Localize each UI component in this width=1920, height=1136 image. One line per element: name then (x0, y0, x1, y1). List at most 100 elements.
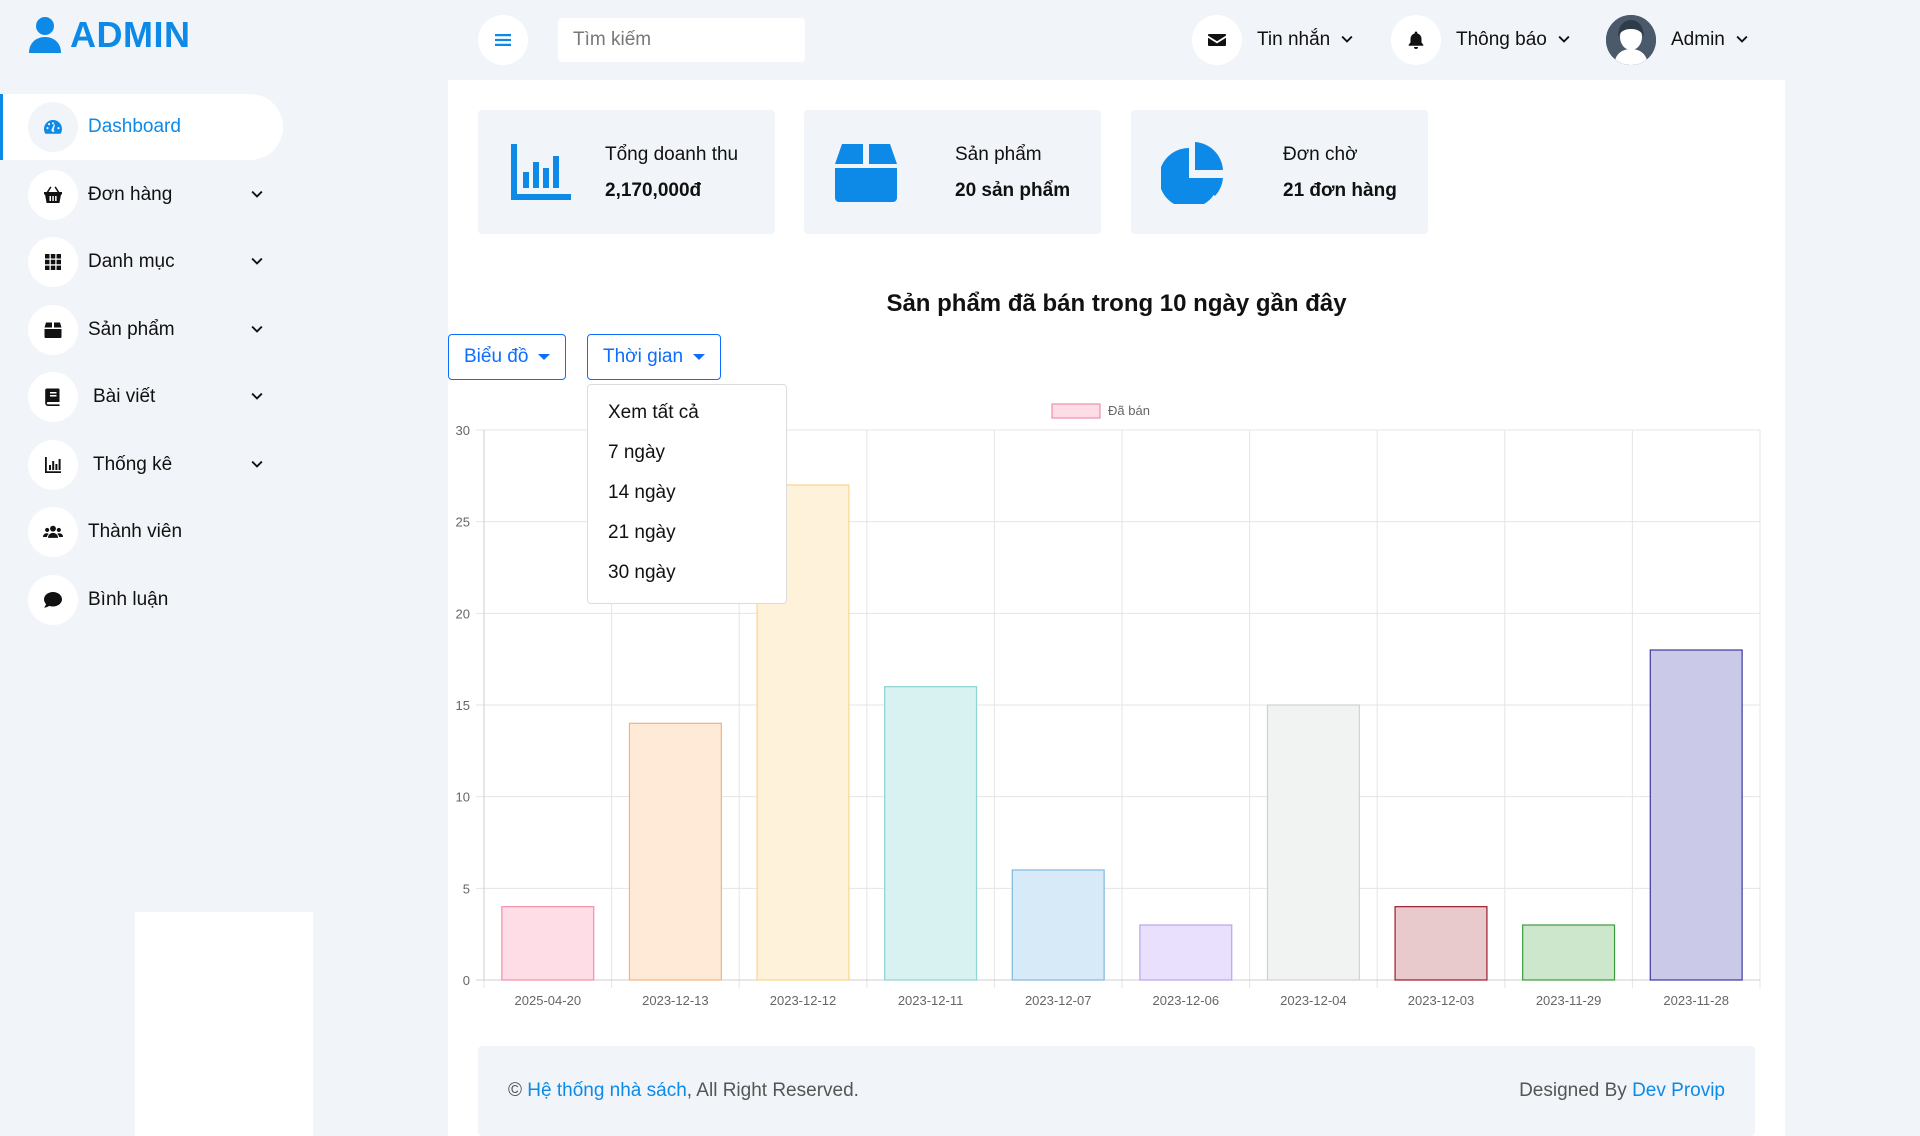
designer-link[interactable]: Dev Provip (1632, 1080, 1725, 1101)
pie-chart-icon (1159, 140, 1225, 208)
time-option-7-days[interactable]: 7 ngày (588, 433, 786, 473)
basket-icon (28, 169, 78, 220)
sidebar-item-label: Thành viên (88, 521, 183, 542)
user-dropdown[interactable]: Admin (1606, 15, 1749, 65)
chevron-down-icon[interactable] (250, 188, 264, 202)
bar-chart-icon (508, 140, 572, 204)
search-input[interactable] (558, 18, 805, 62)
stat-card-revenue: Tổng doanh thu 2,170,000đ (478, 110, 775, 234)
sidebar-item-dashboard[interactable]: Dashboard (0, 94, 283, 160)
bar (1522, 924, 1616, 981)
footer-copyright: © Hệ thống nhà sách, All Right Reserved. (508, 1080, 859, 1102)
y-tick-label: 30 (456, 423, 470, 438)
grid-icon (28, 237, 78, 287)
sidebar-item-label: Danh mục (88, 251, 175, 272)
chart-type-label: Biểu đồ (464, 346, 529, 367)
chart-title: Sản phẩm đã bán trong 10 ngày gần đây (886, 290, 1347, 317)
chevron-down-icon[interactable] (250, 323, 264, 337)
footer-credit: Designed By Dev Provip (1519, 1080, 1725, 1102)
stat-value: 2,170,000đ (605, 180, 702, 201)
time-option-all[interactable]: Xem tất cả (588, 393, 786, 433)
sidebar-item-label: Thống kê (93, 453, 173, 475)
bar (1139, 924, 1233, 981)
sidebar-item-label: Đơn hàng (88, 183, 173, 205)
y-tick-label: 5 (463, 881, 470, 896)
stat-title: Sản phẩm (955, 144, 1042, 165)
box-icon (834, 140, 898, 204)
time-option-30-days[interactable]: 30 ngày (588, 553, 786, 593)
y-tick-label: 15 (456, 698, 470, 713)
chart-type-button[interactable]: Biểu đồ (448, 334, 567, 380)
stat-value: 21 đơn hàng (1283, 180, 1397, 201)
sidebar-item-label: Dashboard (88, 116, 181, 137)
box-icon (28, 304, 78, 355)
user-name: Admin (1671, 29, 1725, 50)
x-tick-label: 2023-12-11 (898, 993, 964, 1008)
copyright-suffix: , All Right Reserved. (686, 1080, 859, 1101)
envelope-icon (1192, 15, 1242, 65)
x-tick-label: 2023-12-13 (642, 993, 709, 1008)
time-range-menu: Xem tất cả 7 ngày 14 ngày 21 ngày 30 ngà… (587, 384, 787, 604)
sidebar-menu: Dashboard Đơn hàng Danh mục Sản phẩm Bài… (0, 94, 313, 634)
bar-chart-icon (28, 439, 78, 490)
x-tick-label: 2023-11-29 (1536, 993, 1602, 1008)
chevron-down-icon (1557, 33, 1571, 47)
avatar (1606, 15, 1656, 65)
sidebar-item-label: Bài viết (93, 386, 156, 407)
stat-card-products: Sản phẩm 20 sản phẩm (804, 110, 1101, 234)
chevron-down-icon (1735, 33, 1749, 47)
stat-card-pending-orders: Đơn chờ 21 đơn hàng (1131, 110, 1428, 234)
caret-down-icon (693, 354, 706, 360)
bar (628, 722, 722, 981)
hamburger-icon (495, 34, 511, 46)
time-option-21-days[interactable]: 21 ngày (588, 513, 786, 553)
y-tick-label: 0 (463, 973, 470, 988)
sidebar-item-posts[interactable]: Bài viết (0, 364, 313, 430)
chevron-down-icon[interactable] (250, 458, 264, 472)
x-tick-label: 2023-12-07 (1025, 993, 1092, 1008)
comment-icon (28, 574, 78, 625)
book-icon (28, 372, 78, 422)
sidebar-item-products[interactable]: Sản phẩm (0, 297, 313, 363)
chevron-down-icon (1340, 33, 1354, 47)
stat-value: 20 sản phẩm (955, 180, 1071, 201)
bar (501, 906, 595, 981)
stat-title: Tổng doanh thu (605, 144, 739, 165)
copyright-prefix: © (508, 1080, 528, 1101)
bell-icon (1391, 15, 1441, 65)
x-tick-label: 2023-12-04 (1280, 993, 1347, 1008)
site-link[interactable]: Hệ thống nhà sách (527, 1080, 687, 1101)
brand-logo[interactable]: ADMIN (28, 14, 190, 56)
sidebar-item-label: Bình luận (88, 588, 169, 610)
bar (1011, 869, 1105, 981)
notifications-dropdown[interactable]: Thông báo (1391, 15, 1571, 65)
messages-dropdown[interactable]: Tin nhắn (1192, 15, 1354, 65)
time-range-label: Thời gian (603, 346, 684, 367)
bar (1649, 649, 1743, 981)
sidebar-item-orders[interactable]: Đơn hàng (0, 162, 313, 228)
menu-toggle-button[interactable] (478, 15, 528, 65)
content-gutter (313, 0, 448, 1136)
caret-down-icon (538, 354, 551, 360)
legend-swatch (1051, 403, 1101, 419)
chevron-down-icon[interactable] (250, 390, 264, 404)
x-tick-label: 2023-11-28 (1663, 993, 1729, 1008)
time-range-button[interactable]: Thời gian (587, 334, 722, 380)
bar (1266, 704, 1360, 981)
y-tick-label: 20 (456, 606, 470, 621)
designed-prefix: Designed By (1519, 1080, 1633, 1101)
bar (884, 686, 978, 981)
sidebar-item-categories[interactable]: Danh mục (0, 229, 313, 295)
sidebar-item-members[interactable]: Thành viên (0, 499, 313, 565)
legend-label: Đã bán (1108, 403, 1150, 418)
chevron-down-icon[interactable] (250, 255, 264, 269)
x-tick-label: 2025-04-20 (515, 993, 582, 1008)
bar (1394, 906, 1488, 981)
x-tick-label: 2023-12-06 (1153, 993, 1220, 1008)
time-option-14-days[interactable]: 14 ngày (588, 473, 786, 513)
sidebar-item-statistics[interactable]: Thống kê (0, 432, 313, 498)
sidebar-item-comments[interactable]: Bình luận (0, 567, 313, 633)
stat-title: Đơn chờ (1283, 144, 1358, 165)
notifications-label: Thông báo (1456, 29, 1547, 50)
brand-name: ADMIN (70, 14, 191, 55)
